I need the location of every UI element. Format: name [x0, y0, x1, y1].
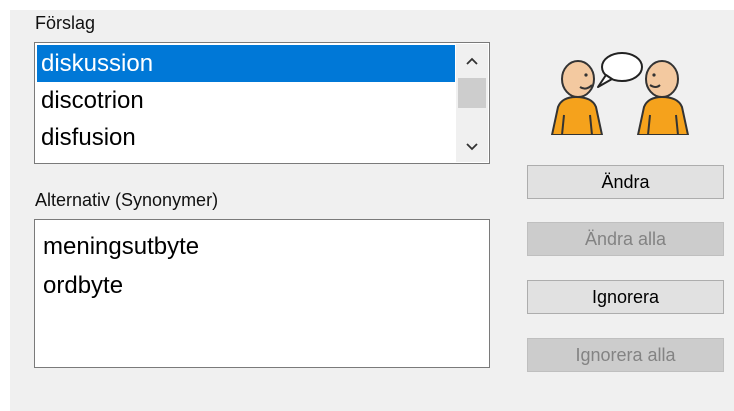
- scroll-down-button[interactable]: [456, 132, 488, 162]
- alternatives-items: meningsutbyte ordbyte: [37, 227, 487, 365]
- two-people-talking-icon: [550, 52, 690, 135]
- alternative-item-ordbyte[interactable]: ordbyte: [37, 266, 487, 305]
- suggestion-item-discotrion[interactable]: discotrion: [37, 82, 455, 119]
- scroll-thumb[interactable]: [458, 78, 486, 108]
- scroll-up-button[interactable]: [456, 46, 488, 76]
- suggestion-item-disfusion[interactable]: disfusion: [37, 119, 455, 156]
- alternatives-label: Alternativ (Synonymer): [35, 190, 219, 210]
- change-button[interactable]: Ändra: [527, 165, 724, 199]
- suggestions-items: diskussion discotrion disfusion: [37, 45, 455, 161]
- suggestions-scrollbar[interactable]: [456, 44, 488, 162]
- spellcheck-dialog: Förslag diskussion discotrion disfusion …: [0, 0, 734, 411]
- chevron-up-icon: [466, 57, 478, 65]
- alternative-item-meningsutbyte[interactable]: meningsutbyte: [37, 227, 487, 266]
- suggestions-label: Förslag: [35, 13, 96, 33]
- ignore-all-button[interactable]: Ignorera alla: [527, 338, 724, 372]
- suggestion-item-diskussion[interactable]: diskussion: [37, 45, 455, 82]
- ignore-button[interactable]: Ignorera: [527, 280, 724, 314]
- suggestions-listbox[interactable]: diskussion discotrion disfusion: [34, 42, 490, 164]
- chevron-down-icon: [466, 143, 478, 151]
- change-all-button[interactable]: Ändra alla: [527, 222, 724, 256]
- alternatives-listbox[interactable]: meningsutbyte ordbyte: [34, 219, 490, 368]
